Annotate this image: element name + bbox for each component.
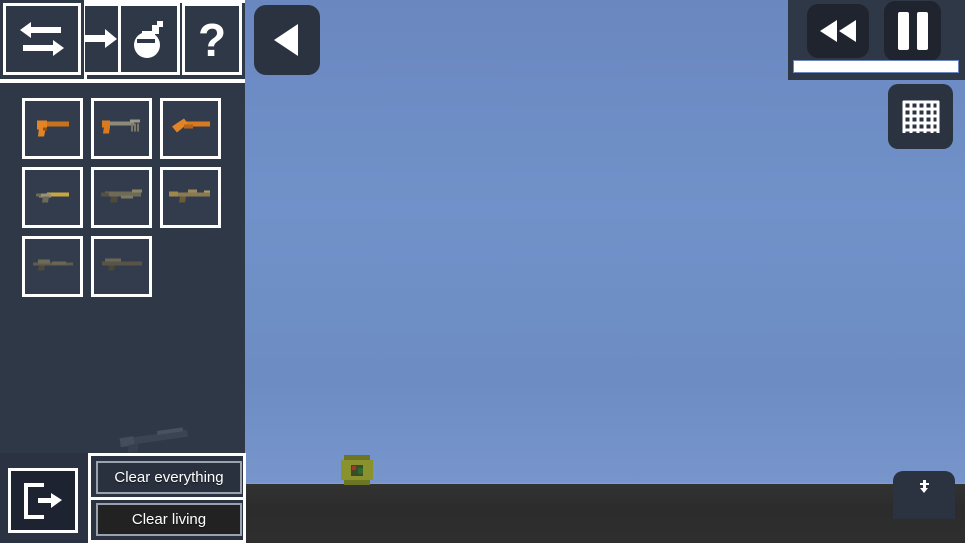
compact-rifle-icon xyxy=(35,186,71,209)
arrow-right-icon xyxy=(85,24,121,54)
exit-button[interactable] xyxy=(8,468,78,533)
weapon-cell-compact-rifle[interactable] xyxy=(22,167,83,228)
assault-rifle-icon xyxy=(99,186,145,209)
clear-button-separator xyxy=(91,497,243,500)
swap-direction-button[interactable] xyxy=(3,3,81,75)
drop-button[interactable] xyxy=(893,471,955,519)
timeline-scrubber[interactable] xyxy=(793,60,959,73)
sidebar-toolbar: ? xyxy=(0,0,245,83)
carbine-icon xyxy=(168,186,214,209)
svg-text:?: ? xyxy=(198,15,226,63)
rewind-button[interactable] xyxy=(807,4,869,58)
weapon-row xyxy=(22,236,222,297)
back-button[interactable] xyxy=(254,5,320,75)
weapon-grid xyxy=(22,98,222,305)
timeline-fill xyxy=(794,61,958,72)
weapon-sidebar: ? xyxy=(0,0,245,453)
grid-toggle-button[interactable] xyxy=(888,84,953,149)
clear-everything-button[interactable]: Clear everything xyxy=(96,461,242,494)
weapon-cell-carbine[interactable] xyxy=(160,167,221,228)
grenade-icon xyxy=(128,17,170,61)
grid-icon xyxy=(901,97,941,137)
anchor-down-icon xyxy=(917,479,931,495)
exit-door-icon xyxy=(20,480,66,522)
weapon-row xyxy=(22,167,222,228)
help-button[interactable]: ? xyxy=(182,3,242,75)
weapon-cell-marksman[interactable] xyxy=(91,236,152,297)
pistol-icon xyxy=(33,113,73,144)
back-triangle-icon xyxy=(270,21,304,59)
player-eye-green xyxy=(358,468,363,474)
sawed-off-icon xyxy=(170,114,212,143)
weapon-cell-pistol[interactable] xyxy=(22,98,83,159)
clear-button-group: Clear everything Clear living xyxy=(88,453,246,543)
weapon-cell-sniper-rifle[interactable] xyxy=(22,236,83,297)
rewind-icon xyxy=(817,18,859,44)
question-mark-icon: ? xyxy=(194,15,230,63)
toolbar-divider xyxy=(0,79,245,83)
smg-icon xyxy=(100,113,144,144)
weapon-row xyxy=(22,98,222,159)
two-way-arrows-icon xyxy=(17,18,67,60)
pause-button[interactable] xyxy=(884,1,941,61)
weapon-cell-sawed-off[interactable] xyxy=(160,98,221,159)
player-character[interactable] xyxy=(341,455,373,485)
clear-living-button[interactable]: Clear living xyxy=(96,503,242,536)
weapon-cell-smg[interactable] xyxy=(91,98,152,159)
sniper-rifle-icon xyxy=(30,256,76,277)
pause-icon xyxy=(897,12,928,50)
weapon-cell-assault-rifle[interactable] xyxy=(91,167,152,228)
player-eye-red xyxy=(352,466,356,470)
game-screen: ? Clear everything Clear living xyxy=(0,0,965,543)
grenade-button[interactable] xyxy=(118,3,180,75)
marksman-icon xyxy=(99,256,145,277)
